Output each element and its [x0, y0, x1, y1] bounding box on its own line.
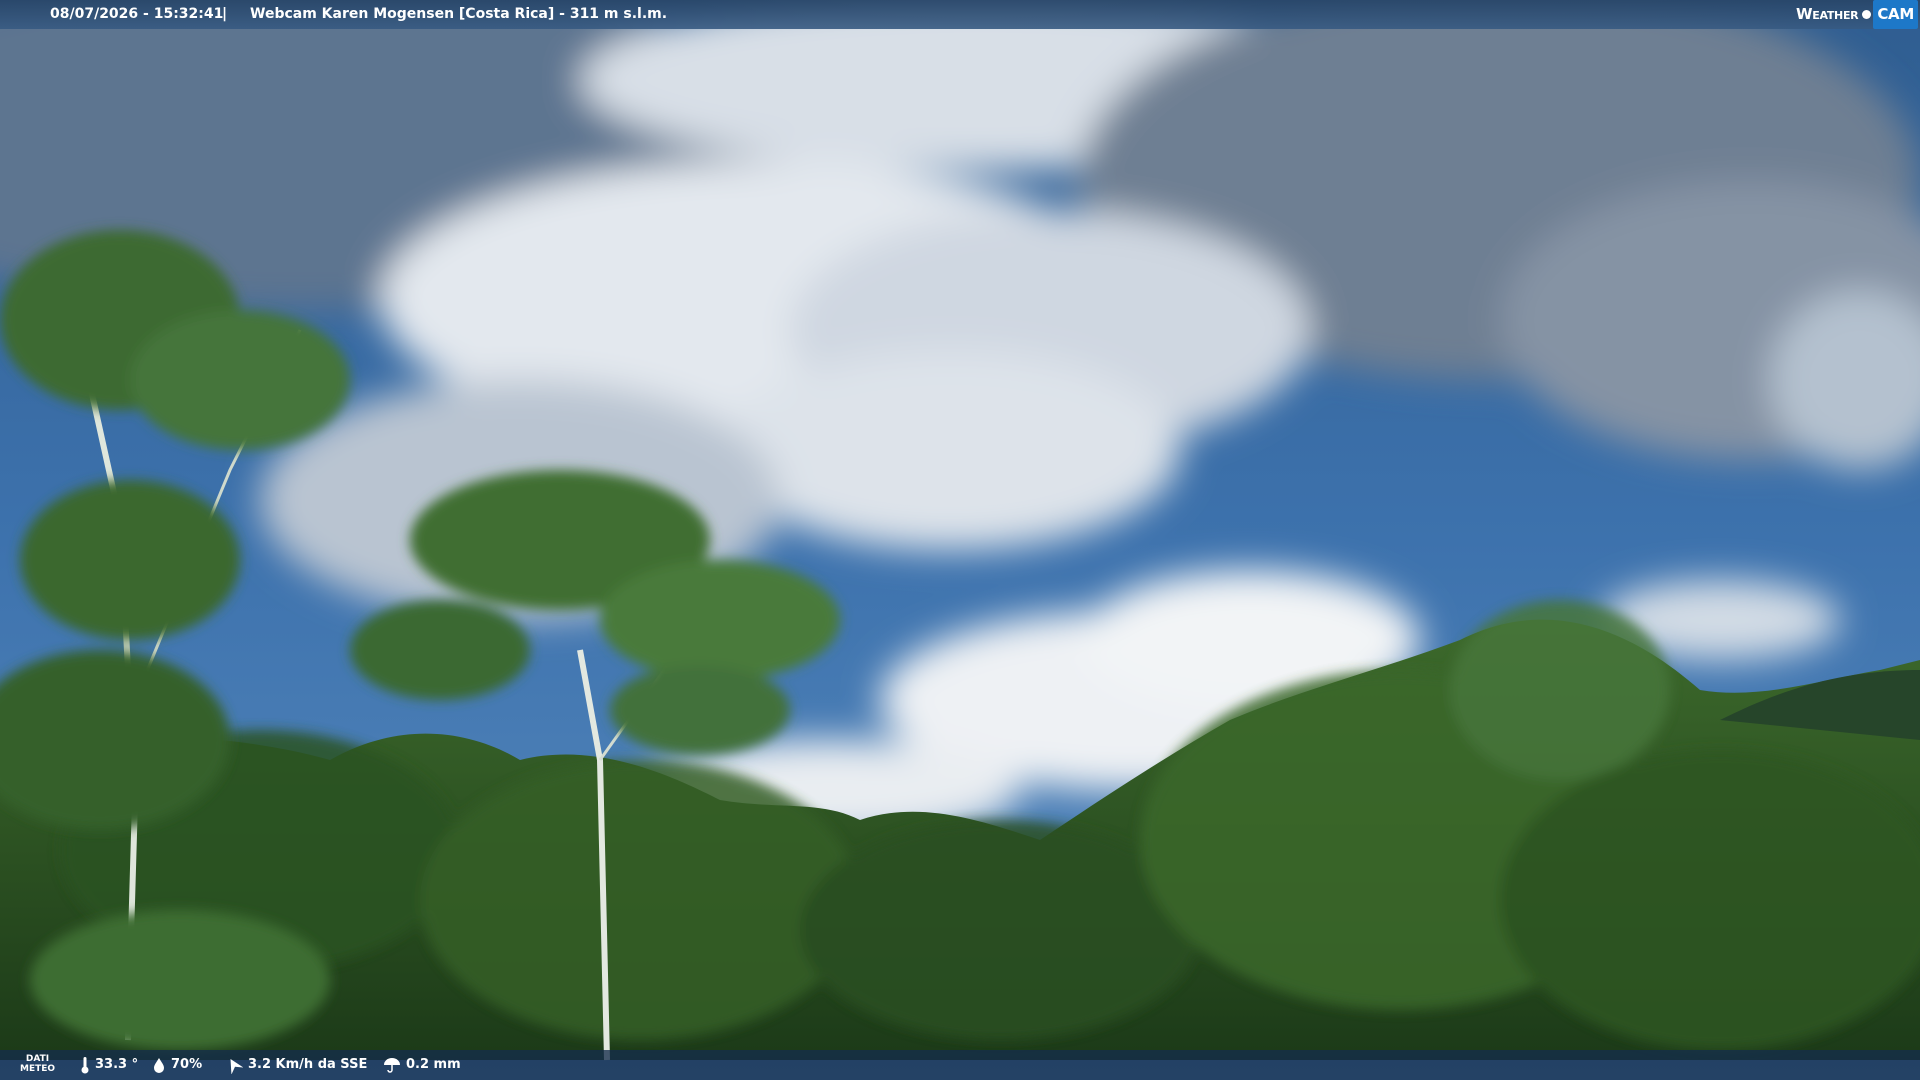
webcam-landscape	[0, 0, 1920, 1080]
webcam-title: Webcam Karen Mogensen [Costa Rica] - 311…	[250, 6, 668, 22]
thermometer-icon	[81, 1057, 89, 1074]
wind-value: 3.2 Km/h da SSE	[248, 1057, 368, 1072]
logo-weather-text: Weather	[1796, 4, 1859, 23]
header-separator: |	[222, 6, 228, 22]
temperature-reading: 33.3 °	[80, 1050, 138, 1080]
top-info-bar: 08/07/2026 - 15:32:41 | Webcam Karen Mog…	[0, 0, 1920, 29]
wind-direction-icon	[230, 1058, 243, 1074]
weathercam-logo[interactable]: Weather CAM	[1796, 0, 1918, 29]
rain-reading: 0.2 mm	[383, 1050, 461, 1080]
timestamp: 08/07/2026 - 15:32:41	[50, 6, 224, 22]
logo-dot-icon	[1862, 9, 1872, 19]
humidity-reading: 70%	[152, 1050, 202, 1080]
weather-data-label: DATI METEO	[20, 1054, 55, 1074]
temperature-value: 33.3 °	[95, 1057, 139, 1072]
umbrella-icon	[384, 1058, 400, 1073]
label-line2: METEO	[20, 1064, 56, 1074]
wind-reading: 3.2 Km/h da SSE	[225, 1050, 367, 1080]
logo-cam-text: CAM	[1873, 0, 1918, 29]
humidity-value: 70%	[171, 1057, 203, 1072]
webcam-image	[0, 0, 1920, 1080]
label-line1: DATI	[25, 1054, 50, 1064]
humidity-drop-icon	[154, 1058, 164, 1073]
rain-value: 0.2 mm	[406, 1057, 461, 1072]
weather-data-bar: DATI METEO 33.3 ° 70% 3.2 Km/h da SSE 0.…	[0, 1050, 1920, 1080]
